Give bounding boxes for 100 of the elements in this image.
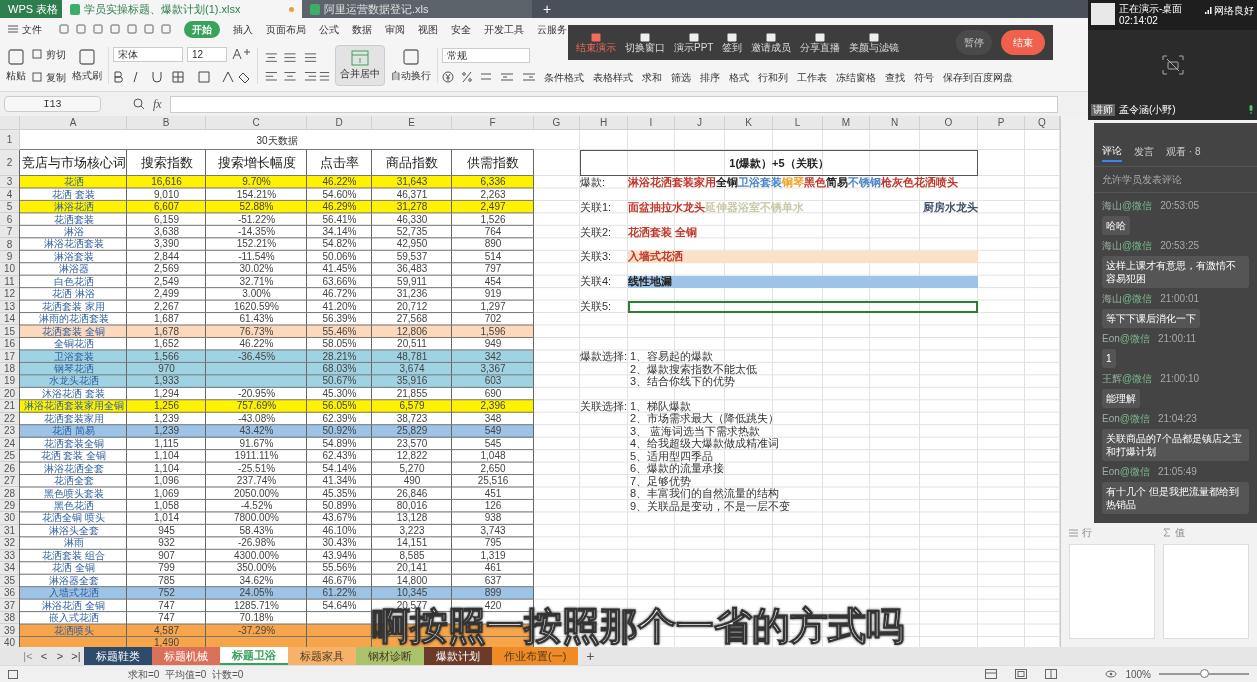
ribbon-command[interactable]: 求和 <box>642 70 662 85</box>
ribbon-command[interactable]: 条件格式 <box>544 70 584 85</box>
presentation-tool[interactable]: 签到 <box>722 32 743 53</box>
select-all-corner[interactable] <box>0 116 20 130</box>
table-cell-text: 970 <box>157 362 176 376</box>
cut-button[interactable]: 剪切 <box>32 46 66 62</box>
table-cell-text: 27,568 <box>395 313 429 326</box>
table-cell-text: 41.34% <box>321 474 358 488</box>
sheet-tab[interactable]: 钢材诊断 <box>356 647 424 665</box>
note-label: 爆款选择: <box>580 350 628 363</box>
note-label: 爆款: <box>580 176 607 189</box>
presentation-tool[interactable]: 邀请成员 <box>751 32 792 53</box>
table-cell-text: 9.70% <box>241 176 272 189</box>
table-cell-text: 淋浴 <box>62 225 85 238</box>
table-cell-text: 152.21% <box>235 238 278 251</box>
row-number: 21 <box>0 400 20 413</box>
table-cell-text: 48,781 <box>395 350 429 363</box>
table-cell-text: 淋浴花洒 全铜 <box>41 599 106 612</box>
selected-cell-outline[interactable] <box>628 300 978 313</box>
ribbon-command[interactable]: 表格样式 <box>593 70 633 85</box>
currency-icon <box>442 71 454 83</box>
font-dropdown[interactable]: 宋体 <box>113 47 183 62</box>
table-cell-text: 20,712 <box>395 300 429 313</box>
add-sheet-button[interactable]: + <box>578 647 603 665</box>
table-cell-text: 30.43% <box>321 537 358 550</box>
zoom-level: 100% <box>1125 667 1151 682</box>
wrap-text-button[interactable]: 自动换行 <box>389 48 433 83</box>
table-cell-text: 4300.00% <box>232 549 280 563</box>
formula-input[interactable] <box>169 95 1058 113</box>
file-menu-button[interactable]: 文件 <box>8 21 42 37</box>
column-header: O <box>920 116 978 130</box>
table-cell-text: 46.22% <box>238 337 275 351</box>
chat-tab[interactable]: 评论 <box>1102 143 1122 162</box>
table-cell-text: 348 <box>483 412 503 426</box>
ribbon-tab[interactable]: 公式 <box>319 21 339 37</box>
sheet-tab[interactable]: 标题家具 <box>288 647 356 665</box>
ribbon-tab[interactable]: 安全 <box>451 21 471 37</box>
paste-button[interactable]: 粘贴 <box>4 48 28 83</box>
app-name: WPS 表格 <box>0 0 62 18</box>
sheet-nav-button[interactable]: >| <box>68 647 84 665</box>
format-painter-button[interactable]: 格式刷 <box>70 48 104 83</box>
presentation-tool[interactable]: 切换窗口 <box>625 32 665 53</box>
ribbon-command[interactable]: 查找 <box>885 70 905 85</box>
pivot-values-area[interactable] <box>1163 544 1249 639</box>
sheet-nav-button[interactable]: > <box>52 647 68 665</box>
ribbon-command[interactable]: 冻结窗格 <box>836 70 876 85</box>
table-cell-text: 45.35% <box>321 487 358 500</box>
font-size-dropdown[interactable]: 12 <box>187 47 227 62</box>
ribbon-tab[interactable]: 视图 <box>418 21 438 37</box>
keyword-line: 面盆抽拉水龙头延伸器浴室不锈单水 <box>628 201 804 213</box>
ribbon-command[interactable]: 行和列 <box>758 70 788 85</box>
table-cell-text: 799 <box>157 562 176 575</box>
live-time: 02:14:02 <box>1119 15 1159 27</box>
sheet-tab[interactable]: 爆款计划 <box>424 647 492 665</box>
chat-tab[interactable]: 观看 · 8 <box>1166 143 1201 162</box>
ribbon-command[interactable]: 保存到百度网盘 <box>943 70 1013 85</box>
table-cell-text: 3,743 <box>479 524 507 538</box>
ribbon-tab[interactable]: 审阅 <box>385 21 405 37</box>
presentation-tool[interactable]: 结束演示 <box>576 32 616 53</box>
presentation-tool[interactable]: 分享直播 <box>800 32 841 53</box>
name-box[interactable]: I13 <box>4 96 101 112</box>
sheet-tab[interactable]: 标题鞋类 <box>84 647 152 665</box>
ribbon-command[interactable]: 格式 <box>729 70 749 85</box>
message-author: Eon@微信 <box>1102 332 1150 346</box>
ribbon-command[interactable]: 排序 <box>700 70 720 85</box>
table-cell-text: 50.67% <box>321 375 358 388</box>
ribbon-tab[interactable]: 开发工具 <box>484 21 524 37</box>
number-format-dropdown[interactable]: 常规 <box>442 48 530 63</box>
note-label: 关联5: <box>580 300 613 313</box>
ribbon-command[interactable]: 符号 <box>914 70 934 85</box>
zoom-slider-thumb[interactable] <box>1200 669 1209 678</box>
merge-center-button[interactable]: 合并居中 <box>335 45 385 86</box>
message-author: 王辉@微信 <box>1102 372 1153 386</box>
percent-icon <box>462 71 472 83</box>
status-stats: 求和=0 平均值=0 计数=0 <box>128 667 244 682</box>
file-tab[interactable]: 阿里运营数据登记.xls <box>302 0 532 18</box>
ribbon-tab[interactable]: 云服务 <box>537 21 567 37</box>
copy-button[interactable]: 复制 <box>32 69 66 85</box>
table-cell-text: 59,911 <box>396 275 428 289</box>
table-cell-text: 14,800 <box>395 574 429 587</box>
table-cell-text: 54.89% <box>321 437 358 450</box>
ribbon-tab[interactable]: 数据 <box>352 21 372 37</box>
table-cell-text: 945 <box>157 524 176 538</box>
pivot-rows-area[interactable] <box>1069 544 1155 639</box>
comment-permission-dropdown[interactable]: 允许学员发表评论 <box>1094 167 1257 193</box>
table-cell-text: 35,916 <box>395 375 429 388</box>
table-cell-text: 全铜花洒 <box>52 337 95 351</box>
presentation-tool[interactable]: 演示PPT <box>674 32 714 53</box>
chat-tab[interactable]: 发言 <box>1134 143 1154 162</box>
file-tab[interactable]: 学员实操标题、爆款计划(1).xlsx <box>62 0 302 18</box>
table-cell-text: 461 <box>483 562 503 575</box>
ribbon-command[interactable]: 工作表 <box>797 70 827 85</box>
presentation-tool[interactable]: 美颜与滤镜 <box>849 32 900 53</box>
ribbon-tab[interactable]: 插入 <box>233 21 253 37</box>
ribbon-tab[interactable]: 页面布局 <box>266 21 306 37</box>
sheet-nav-button[interactable]: < <box>36 647 52 665</box>
ribbon-command[interactable]: 筛选 <box>671 70 691 85</box>
sheet-tab[interactable]: 作业布置(一) <box>492 647 579 665</box>
new-tab-button[interactable]: + <box>532 0 562 18</box>
pause-button[interactable]: 暂停 <box>956 30 992 55</box>
